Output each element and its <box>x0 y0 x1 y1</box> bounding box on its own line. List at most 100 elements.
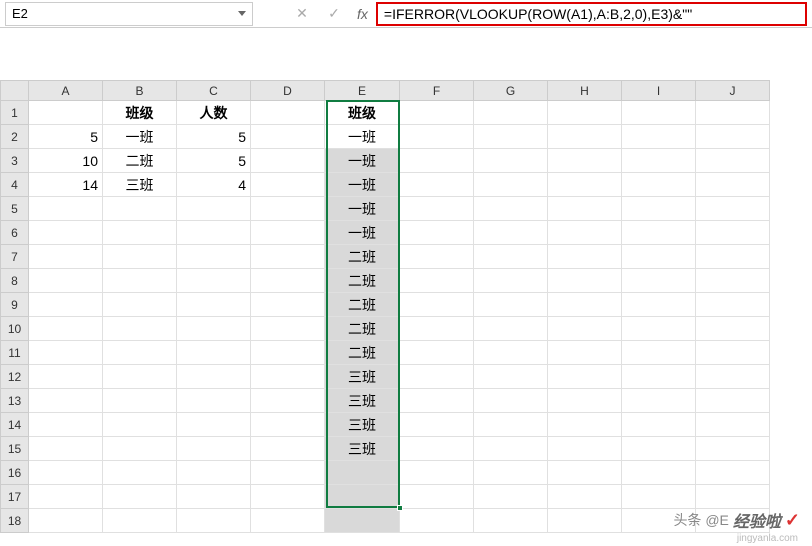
cell[interactable]: 4 <box>177 173 251 197</box>
cell[interactable] <box>622 437 696 461</box>
cell[interactable] <box>103 461 177 485</box>
cell[interactable] <box>251 485 325 509</box>
cell[interactable] <box>29 485 103 509</box>
cell[interactable] <box>696 485 770 509</box>
cell[interactable] <box>622 341 696 365</box>
cell[interactable] <box>400 149 474 173</box>
cell[interactable] <box>251 173 325 197</box>
cell[interactable] <box>400 437 474 461</box>
cell[interactable] <box>696 293 770 317</box>
cell[interactable] <box>325 485 400 509</box>
cell[interactable] <box>400 365 474 389</box>
cell[interactable] <box>251 221 325 245</box>
cell[interactable] <box>622 365 696 389</box>
cell[interactable] <box>103 317 177 341</box>
cell[interactable] <box>474 125 548 149</box>
row-header[interactable]: 7 <box>1 245 29 269</box>
cell[interactable] <box>696 365 770 389</box>
cell[interactable]: 二班 <box>103 149 177 173</box>
cell[interactable]: 一班 <box>325 173 400 197</box>
cell[interactable] <box>29 461 103 485</box>
cell[interactable] <box>251 389 325 413</box>
cell[interactable] <box>400 461 474 485</box>
cell[interactable] <box>474 437 548 461</box>
cell[interactable] <box>29 269 103 293</box>
row-header[interactable]: 8 <box>1 269 29 293</box>
cell[interactable] <box>400 317 474 341</box>
select-all-corner[interactable] <box>1 81 29 101</box>
cell[interactable]: 一班 <box>325 125 400 149</box>
row-header[interactable]: 12 <box>1 365 29 389</box>
cell[interactable] <box>622 317 696 341</box>
cell[interactable] <box>177 509 251 533</box>
cell[interactable] <box>177 221 251 245</box>
cell[interactable] <box>325 461 400 485</box>
row-header[interactable]: 6 <box>1 221 29 245</box>
cell[interactable] <box>474 365 548 389</box>
cell[interactable] <box>103 269 177 293</box>
cell[interactable] <box>177 269 251 293</box>
cell[interactable] <box>474 221 548 245</box>
cell[interactable] <box>474 173 548 197</box>
cell[interactable] <box>474 197 548 221</box>
cell[interactable] <box>548 461 622 485</box>
col-header[interactable]: I <box>622 81 696 101</box>
cell[interactable] <box>548 413 622 437</box>
cell[interactable] <box>622 197 696 221</box>
cell[interactable] <box>29 317 103 341</box>
cell[interactable] <box>400 293 474 317</box>
cell[interactable] <box>548 269 622 293</box>
cell[interactable] <box>548 437 622 461</box>
col-header[interactable]: A <box>29 81 103 101</box>
cell[interactable] <box>474 509 548 533</box>
col-header[interactable]: H <box>548 81 622 101</box>
cell[interactable] <box>548 173 622 197</box>
cell[interactable] <box>177 389 251 413</box>
cell[interactable] <box>474 341 548 365</box>
cell[interactable] <box>177 413 251 437</box>
cell[interactable] <box>29 413 103 437</box>
cell[interactable] <box>696 221 770 245</box>
cell[interactable] <box>548 509 622 533</box>
cell[interactable]: 一班 <box>325 197 400 221</box>
cell[interactable] <box>251 293 325 317</box>
cell[interactable]: 一班 <box>325 221 400 245</box>
fx-icon[interactable]: fx <box>357 6 368 22</box>
cell[interactable] <box>251 197 325 221</box>
cell[interactable]: 10 <box>29 149 103 173</box>
cell[interactable] <box>622 269 696 293</box>
cell[interactable]: 5 <box>177 125 251 149</box>
row-header[interactable]: 18 <box>1 509 29 533</box>
cell[interactable]: 二班 <box>325 341 400 365</box>
cell[interactable] <box>103 293 177 317</box>
cell[interactable]: 三班 <box>325 437 400 461</box>
cell[interactable]: 二班 <box>325 269 400 293</box>
cell[interactable] <box>474 101 548 125</box>
cell[interactable] <box>29 389 103 413</box>
cell[interactable] <box>622 293 696 317</box>
cell[interactable] <box>474 269 548 293</box>
col-header[interactable]: F <box>400 81 474 101</box>
cell[interactable] <box>548 365 622 389</box>
cell[interactable]: 三班 <box>103 173 177 197</box>
cell[interactable] <box>622 461 696 485</box>
cell[interactable] <box>29 101 103 125</box>
cell[interactable] <box>622 173 696 197</box>
cell[interactable] <box>400 509 474 533</box>
cell[interactable] <box>474 293 548 317</box>
cell[interactable] <box>400 341 474 365</box>
cell[interactable] <box>474 413 548 437</box>
cell[interactable] <box>103 413 177 437</box>
cell[interactable] <box>177 317 251 341</box>
cell[interactable] <box>400 173 474 197</box>
cell[interactable] <box>177 365 251 389</box>
cell[interactable] <box>474 245 548 269</box>
col-header[interactable]: G <box>474 81 548 101</box>
cell[interactable] <box>251 149 325 173</box>
row-header[interactable]: 15 <box>1 437 29 461</box>
cell[interactable] <box>696 437 770 461</box>
cell[interactable] <box>103 197 177 221</box>
cell[interactable] <box>400 389 474 413</box>
cell[interactable]: 人数 <box>177 101 251 125</box>
cell[interactable] <box>696 413 770 437</box>
